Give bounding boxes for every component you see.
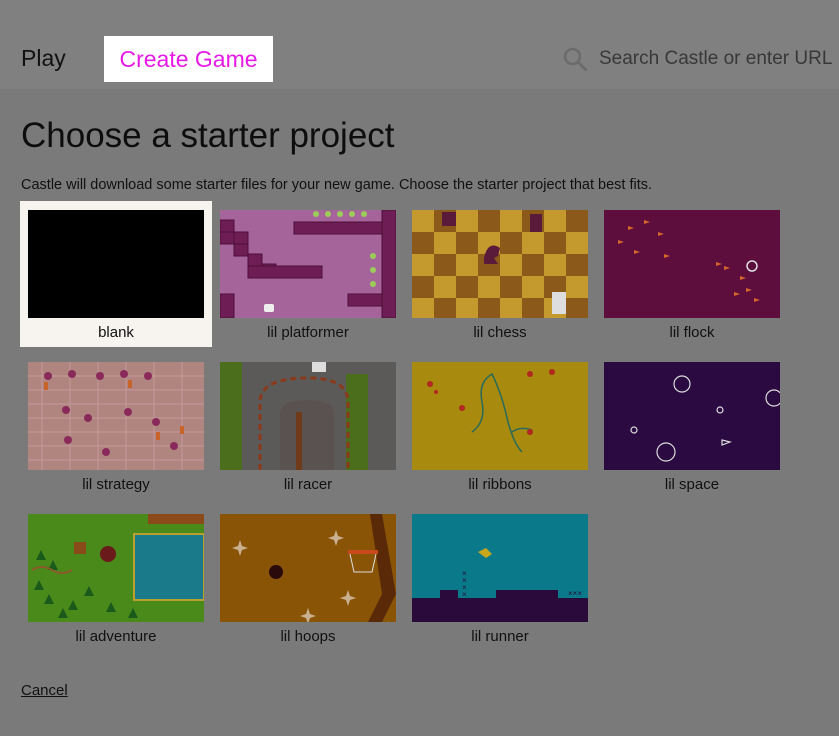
project-thumbnail-adventure: [28, 514, 204, 622]
project-card-ribbons[interactable]: lil ribbons: [404, 353, 596, 499]
project-thumbnail-chess: [412, 210, 588, 318]
page-title: Choose a starter project: [21, 116, 395, 155]
project-card-flock[interactable]: lil flock: [596, 201, 788, 347]
project-label: lil platformer: [267, 324, 349, 341]
project-label: lil chess: [473, 324, 527, 341]
project-card-racer[interactable]: lil racer: [212, 353, 404, 499]
search-input[interactable]: [599, 48, 839, 70]
project-label: lil hoops: [280, 628, 336, 645]
project-label: lil runner: [471, 628, 529, 645]
project-label: lil racer: [283, 476, 333, 493]
top-bar: Play Create Game: [0, 0, 839, 89]
project-thumbnail-blank: [28, 210, 204, 318]
search-bar[interactable]: [563, 46, 839, 72]
project-label: lil strategy: [82, 476, 150, 493]
project-thumbnail-ribbons: [412, 362, 588, 470]
project-thumbnail-flock: [604, 210, 780, 318]
project-label: lil adventure: [75, 628, 157, 645]
project-card-space[interactable]: lil space: [596, 353, 788, 499]
project-card-chess[interactable]: lil chess: [404, 201, 596, 347]
project-card-blank[interactable]: blank: [20, 201, 212, 347]
svg-text:×××: ×××: [568, 589, 582, 598]
project-label: blank: [98, 324, 134, 341]
search-icon: [563, 47, 587, 71]
project-thumbnail-runner: × × × × ×××: [412, 514, 588, 622]
project-card-hoops[interactable]: lil hoops: [212, 505, 404, 651]
project-card-strategy[interactable]: lil strategy: [20, 353, 212, 499]
page-subtitle: Castle will download some starter files …: [21, 177, 653, 193]
project-thumbnail-strategy: [28, 362, 204, 470]
project-label: lil space: [664, 476, 720, 493]
project-label: lil flock: [669, 324, 715, 341]
cancel-link[interactable]: Cancel: [21, 682, 68, 699]
project-thumbnail-space: [604, 362, 780, 470]
nav-play-link[interactable]: Play: [21, 45, 66, 72]
project-thumbnail-racer: [220, 362, 396, 470]
project-card-runner[interactable]: × × × × ××× lil runner: [404, 505, 596, 651]
project-card-platformer[interactable]: lil platformer: [212, 201, 404, 347]
nav-create-game-tab[interactable]: Create Game: [104, 36, 273, 82]
project-label: lil ribbons: [468, 476, 532, 493]
project-thumbnail-hoops: [220, 514, 396, 622]
project-card-adventure[interactable]: lil adventure: [20, 505, 212, 651]
svg-text:×: ×: [462, 590, 467, 599]
project-thumbnail-platformer: [220, 210, 396, 318]
